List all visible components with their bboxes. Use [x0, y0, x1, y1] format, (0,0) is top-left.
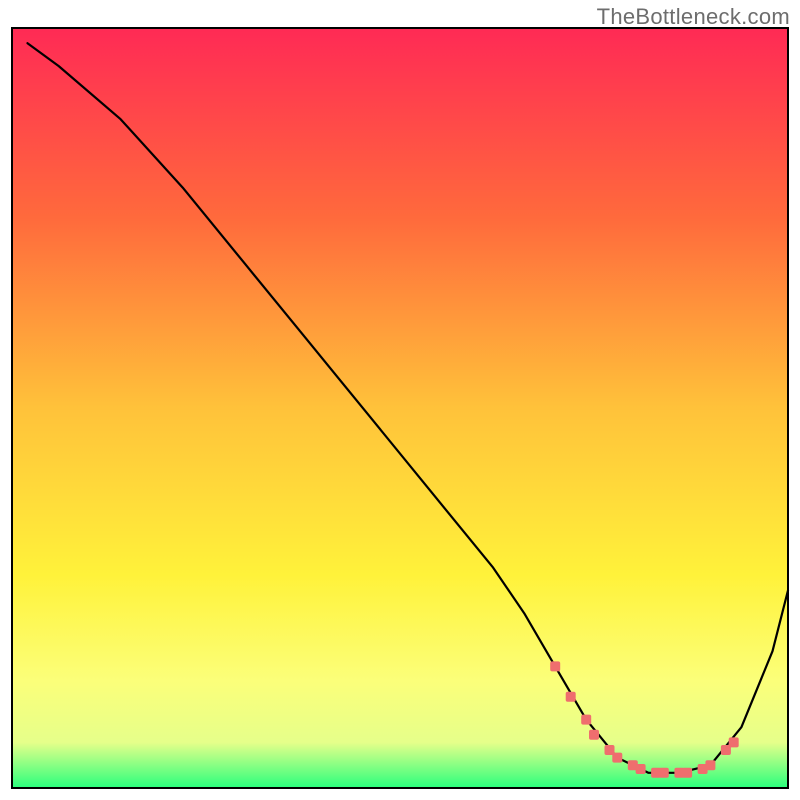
optimal-zone-marker-point [705, 760, 715, 770]
optimal-zone-marker-point [682, 768, 692, 778]
optimal-zone-marker-point [612, 753, 622, 763]
optimal-zone-marker-point [550, 661, 560, 671]
optimal-zone-marker-point [729, 737, 739, 747]
optimal-zone-marker-point [636, 764, 646, 774]
optimal-zone-marker-point [589, 730, 599, 740]
plot-background [12, 28, 788, 788]
optimal-zone-marker-point [659, 768, 669, 778]
chart-stage: TheBottleneck.com [0, 0, 800, 800]
optimal-zone-marker-point [566, 692, 576, 702]
chart-svg [0, 0, 800, 800]
optimal-zone-marker-point [581, 715, 591, 725]
watermark-text: TheBottleneck.com [597, 4, 790, 30]
